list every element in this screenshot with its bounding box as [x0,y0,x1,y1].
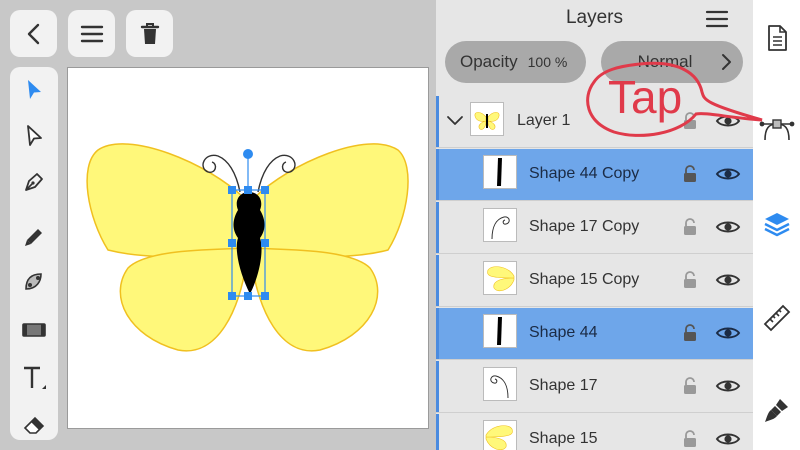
brush-icon [765,399,788,422]
eye-icon[interactable] [715,218,741,236]
shape-name: Shape 15 [529,430,598,447]
upper-right-wing [251,143,409,258]
back-button[interactable] [10,10,57,57]
pencil-icon [25,229,42,246]
eye-icon[interactable] [715,271,741,289]
shape-name: Shape 44 Copy [529,165,640,182]
select-tool[interactable] [10,67,58,113]
document-button[interactable] [759,18,795,58]
lower-left-wing [119,247,247,352]
shape-row[interactable]: Shape 17 [436,361,753,413]
eye-icon[interactable] [715,165,741,183]
trash-icon [140,22,159,44]
curve-node-icon [25,273,42,290]
layers-list: Layer 1 Shape 44 Copy Shape 17 Copy Shap… [436,96,753,450]
shape-row[interactable]: Shape 15 [436,414,753,450]
pen-nib-icon [25,173,43,191]
lock-icon[interactable] [682,270,698,290]
shape-name: Shape 17 [529,377,598,394]
tap-callout-text: Tap [608,71,683,123]
chevron-down-icon[interactable] [446,114,464,128]
shape-row[interactable]: Shape 44 [436,308,753,360]
butterfly-thumbnail-icon [474,112,500,130]
body-thumbnail-icon [497,317,502,345]
pen-tool[interactable] [10,159,58,205]
shape-row[interactable]: Shape 17 Copy [436,202,753,254]
pencil-tool[interactable] [10,213,58,259]
eye-icon[interactable] [715,377,741,395]
fill-tool[interactable] [10,307,58,353]
layers-icon [764,213,790,237]
shape-thumbnail [483,314,517,348]
lock-icon[interactable] [682,429,698,449]
layer-thumbnail [470,102,504,136]
eraser-tool[interactable] [10,401,58,447]
upper-left-wing [86,143,247,258]
lock-icon[interactable] [682,376,698,396]
shape-thumbnail [483,155,517,189]
layers-menu-button[interactable] [704,8,730,35]
layer-name: Layer 1 [517,112,571,129]
wing-thumbnail-icon [487,266,515,292]
drawing-canvas[interactable] [67,67,429,429]
text-icon [24,366,46,389]
eye-icon[interactable] [715,324,741,342]
chevron-left-icon [27,23,39,44]
eye-icon[interactable] [715,430,741,448]
text-tool[interactable] [10,355,58,401]
shape-thumbnail [483,261,517,295]
delete-button[interactable] [126,10,173,57]
shape-thumbnail [483,367,517,401]
rotate-handle [243,149,253,159]
hamburger-icon [705,10,729,28]
direct-select-tool[interactable] [10,113,58,159]
lock-icon[interactable] [682,164,698,184]
butterfly-artwork [86,143,409,352]
lock-icon[interactable] [682,217,698,237]
ruler-button[interactable] [759,298,795,338]
shape-thumbnail [483,208,517,242]
tools-panel [10,67,58,440]
menu-button[interactable] [68,10,115,57]
opacity-label: Opacity [460,52,518,71]
antenna-thumbnail-icon [491,216,510,240]
lock-icon[interactable] [682,323,698,343]
shape-name: Shape 15 Copy [529,271,640,288]
opacity-control[interactable]: Opacity 100 % [445,41,586,83]
document-icon [768,25,787,51]
layers-button[interactable] [759,204,795,244]
shape-row[interactable]: Shape 44 Copy [436,149,753,201]
shape-name: Shape 44 [529,324,598,341]
wing-thumbnail-icon [485,425,513,450]
eraser-icon [23,416,45,434]
shape-name: Shape 17 Copy [529,218,640,235]
hamburger-icon [80,25,103,42]
ruler-icon [763,304,791,332]
node-tool[interactable] [10,259,58,305]
brush-button[interactable] [759,390,795,430]
arrow-filled-icon [28,80,41,99]
opacity-value: 100 % [527,54,568,70]
body-thumbnail-icon [497,158,502,186]
antenna-thumbnail-icon [490,375,509,399]
gradient-bar-icon [22,323,46,337]
shape-thumbnail [483,420,517,450]
shape-row[interactable]: Shape 15 Copy [436,255,753,307]
lower-right-wing [251,247,379,352]
arrow-outline-icon [27,125,42,146]
